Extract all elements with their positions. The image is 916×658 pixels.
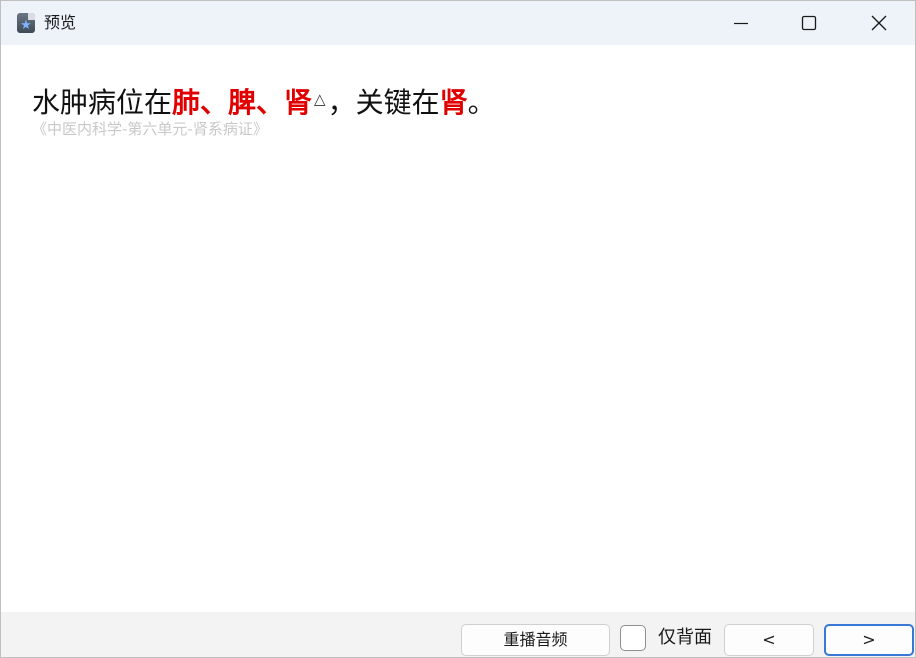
question-highlight-2: 肾	[439, 86, 468, 119]
replay-audio-button[interactable]: 重播音频	[461, 624, 610, 656]
maximize-button[interactable]	[774, 1, 844, 45]
previous-button[interactable]: <	[724, 624, 814, 656]
card-question: 水肿病位在肺、脾、肾 △，关键在肾。	[32, 81, 496, 121]
back-only-label[interactable]: 仅背面	[658, 625, 712, 651]
app-icon: ★	[17, 13, 35, 33]
title-bar[interactable]: ★ 预览	[1, 1, 915, 45]
question-text-2: ，关键在	[327, 86, 440, 119]
window-title: 预览	[44, 13, 77, 32]
preview-window: ★ 预览 水肿病位在肺、脾、肾 △，关键在肾。 《中医内科学-第六单元-肾系病证》…	[0, 0, 916, 658]
close-button[interactable]	[844, 1, 914, 45]
footer-toolbar: 重播音频 仅背面 < >	[1, 612, 915, 657]
question-text-3: 。	[467, 86, 496, 119]
next-button[interactable]: >	[824, 624, 914, 656]
card-content: 水肿病位在肺、脾、肾 △，关键在肾。 《中医内科学-第六单元-肾系病证》	[1, 45, 915, 612]
close-icon	[871, 15, 887, 31]
minimize-button[interactable]	[706, 1, 776, 45]
question-text-1: 水肿病位在	[32, 86, 173, 119]
question-highlight-1: 肺、脾、肾	[172, 86, 313, 119]
maximize-icon	[801, 15, 817, 31]
triangle-marker: △	[314, 90, 326, 108]
star-icon: ★	[20, 18, 32, 33]
back-only-checkbox[interactable]	[620, 625, 646, 651]
minimize-icon	[734, 22, 748, 25]
card-source: 《中医内科学-第六单元-肾系病证》	[32, 120, 268, 138]
